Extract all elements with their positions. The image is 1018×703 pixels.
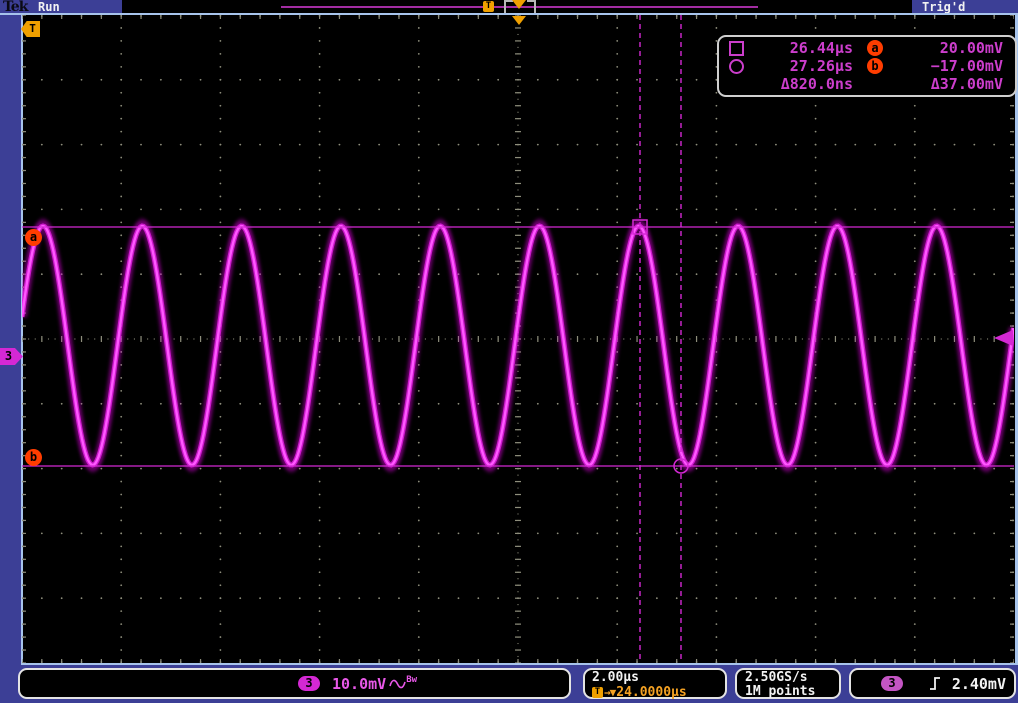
acquisition-status: Run — [38, 0, 60, 14]
channel-scale-box[interactable]: 3 10.0mV Bw — [18, 668, 571, 699]
left-sidebar — [0, 15, 21, 665]
expansion-point-icon — [512, 16, 526, 25]
channel-3-waveform — [22, 221, 1014, 470]
cursor-b-time: 27.26µs — [753, 57, 853, 75]
channel-scale-value: 10.0mV — [332, 675, 386, 693]
graticule-display — [22, 15, 1014, 663]
cursor-delta-voltage: Δ37.00mV — [897, 75, 1003, 93]
trigger-t-icon: T — [592, 687, 603, 698]
horizontal-scale-box[interactable]: 2.00µs T →▼ 24.0000µs — [583, 668, 727, 699]
cursor-a-time: 26.44µs — [753, 39, 853, 57]
topbar-right-segment: Trig'd — [912, 0, 1018, 13]
ac-coupling-icon — [389, 678, 406, 690]
bottom-status-bar: 3 10.0mV Bw 2.00µs T →▼ 24.0000µs 2.50GS… — [0, 665, 1018, 703]
trigger-level-arrow-icon[interactable] — [994, 330, 1013, 346]
trigger-level-value: 2.40mV — [952, 675, 1006, 693]
cursor-b-badge-icon: b — [867, 58, 883, 74]
square-cursor-icon — [729, 41, 744, 56]
horizontal-delay-value: 24.0000µs — [616, 685, 686, 700]
trigger-position-icon: T — [483, 1, 494, 12]
cursor-a-voltage: 20.00mV — [897, 39, 1003, 57]
bandwidth-limit-label: Bw — [406, 675, 417, 685]
cursor-readout-row-b: 27.26µs b −17.00mV — [719, 57, 1015, 75]
channel-3-badge: 3 — [298, 676, 320, 691]
circle-cursor-icon — [729, 59, 744, 74]
acquisition-box[interactable]: 2.50GS/s 1M points — [735, 668, 841, 699]
sample-rate-value: 2.50GS/s — [745, 671, 839, 685]
cursor-readout-row-delta: Δ820.0ns Δ37.00mV — [719, 75, 1015, 93]
cursor-delta-time: Δ820.0ns — [753, 75, 853, 93]
cursor-readout-panel: 26.44µs a 20.00mV 27.26µs b −17.00mV Δ82… — [717, 35, 1017, 97]
window-position-icon[interactable] — [512, 0, 526, 9]
cursor-b-badge[interactable]: b — [25, 449, 42, 466]
rising-edge-icon — [929, 676, 941, 691]
cursor-readout-row-a: 26.44µs a 20.00mV — [719, 39, 1015, 57]
delay-arrow-icon: →▼ — [604, 686, 615, 699]
cursor-a-badge-icon: a — [867, 40, 883, 56]
top-status-bar: Tek Run T Trig'd — [0, 0, 1018, 13]
topbar-left-segment: Tek Run — [0, 0, 122, 13]
cursor-b-voltage: −17.00mV — [897, 57, 1003, 75]
oscilloscope-screen: Tek Run T Trig'd T a b 3 26.44µs a 20.00… — [0, 0, 1018, 703]
horizontal-scale-value: 2.00µs — [592, 671, 725, 685]
cursor-a-badge[interactable]: a — [25, 229, 42, 246]
trigger-source-badge: 3 — [881, 676, 903, 691]
record-length-value: 1M points — [745, 685, 839, 699]
trigger-box[interactable]: 3 2.40mV — [849, 668, 1016, 699]
trigger-status: Trig'd — [922, 0, 965, 14]
